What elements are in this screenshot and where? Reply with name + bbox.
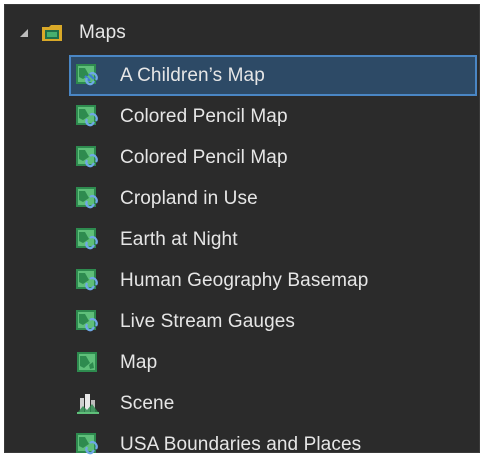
web-map-icon bbox=[76, 186, 98, 208]
tree-item-label: Live Stream Gauges bbox=[120, 310, 295, 332]
tree-item-scene[interactable]: Scene bbox=[69, 383, 477, 424]
tree-item-label: Colored Pencil Map bbox=[120, 105, 288, 127]
scene-icon bbox=[77, 393, 99, 414]
catalog-pane: Maps A Children’s Map Colored Pencil Map… bbox=[4, 4, 480, 455]
web-map-icon bbox=[76, 309, 98, 331]
web-map-icon bbox=[76, 145, 98, 167]
maps-folder-node[interactable]: Maps bbox=[19, 19, 126, 47]
tree-item-colored-pencil-map-2[interactable]: Colored Pencil Map bbox=[69, 137, 477, 178]
tree-item-label: Human Geography Basemap bbox=[120, 269, 369, 291]
web-map-icon bbox=[76, 432, 98, 454]
tree-item-label: Earth at Night bbox=[120, 228, 238, 250]
tree-item-label: Scene bbox=[120, 392, 175, 414]
tree-item-map[interactable]: Map bbox=[69, 342, 477, 383]
web-map-icon bbox=[76, 268, 98, 290]
tree-item-label: Map bbox=[120, 351, 158, 373]
tree-item-label: Colored Pencil Map bbox=[120, 146, 288, 168]
tree-item-a-childrens-map[interactable]: A Children’s Map bbox=[69, 55, 477, 96]
web-map-icon bbox=[76, 104, 98, 126]
tree-item-label: Cropland in Use bbox=[120, 187, 258, 209]
tree-item-earth-at-night[interactable]: Earth at Night bbox=[69, 219, 477, 260]
tree-item-label: A Children’s Map bbox=[120, 64, 265, 86]
maps-item-list: A Children’s Map Colored Pencil Map Colo… bbox=[69, 55, 477, 465]
tree-item-colored-pencil-map[interactable]: Colored Pencil Map bbox=[69, 96, 477, 137]
tree-item-human-geography-basemap[interactable]: Human Geography Basemap bbox=[69, 260, 477, 301]
maps-folder-label: Maps bbox=[79, 22, 126, 43]
tree-item-label: USA Boundaries and Places bbox=[120, 433, 362, 455]
web-map-icon bbox=[76, 63, 98, 85]
web-map-icon bbox=[76, 227, 98, 249]
map-icon bbox=[77, 351, 97, 372]
tree-item-live-stream-gauges[interactable]: Live Stream Gauges bbox=[69, 301, 477, 342]
tree-item-cropland-in-use[interactable]: Cropland in Use bbox=[69, 178, 477, 219]
folder-icon bbox=[42, 25, 62, 41]
expand-caret-icon[interactable] bbox=[19, 28, 29, 38]
